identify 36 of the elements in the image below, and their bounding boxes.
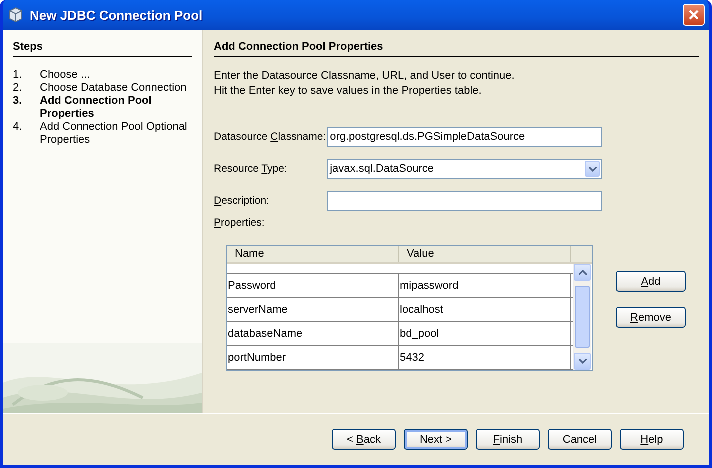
wizard-button[interactable]: Help <box>620 429 684 450</box>
instruction-text: Hit the Enter key to save values in the Properties table. <box>214 84 483 99</box>
column-header[interactable]: Value <box>399 246 571 262</box>
wizard-button[interactable]: Cancel <box>548 429 612 450</box>
field-label: Description: <box>214 195 270 207</box>
step-label: Choose Database Connection <box>40 82 188 95</box>
properties-label: Properties: <box>214 217 266 229</box>
wizard-button[interactable]: Finish <box>476 429 540 450</box>
table-action-button[interactable]: Add <box>616 271 686 292</box>
step-number: 2. <box>13 82 24 95</box>
step-label: Add Connection Pool Optional Properties <box>40 121 188 147</box>
table-cell: 5432 <box>399 346 571 369</box>
steps-title: Steps <box>13 41 192 57</box>
table-cell: databaseName <box>227 322 399 345</box>
panel-title: Add Connection Pool Properties <box>214 41 699 57</box>
table-cell: bd_pool <box>399 322 571 345</box>
step-number: 1. <box>13 69 24 82</box>
table-cell: serverName <box>227 298 399 321</box>
text-field[interactable]: org.postgresql.ds.PGSimpleDataSource <box>327 127 602 147</box>
table-cell: localhost <box>399 298 571 321</box>
wizard-button[interactable]: < Back <box>332 429 396 450</box>
field-label: Datasource Classname: <box>214 131 326 143</box>
wizard-button[interactable]: Next > <box>404 429 468 450</box>
step-number: 4. <box>13 121 24 135</box>
resource-type-dropdown[interactable]: javax.sql.DataSource <box>327 159 602 179</box>
window-title: New JDBC Connection Pool <box>30 8 204 22</box>
table-cell: mipassword <box>399 274 571 297</box>
column-header[interactable]: Name <box>227 246 399 262</box>
step-label: Add Connection Pool Properties <box>40 95 153 121</box>
table-cell: Password <box>227 274 399 297</box>
step-label: Choose ... <box>40 69 92 82</box>
step-number: 3. <box>13 95 24 109</box>
table-action-button[interactable]: Remove <box>616 307 686 328</box>
instruction-text: Enter the Datasource Classname, URL, and User to continue. <box>214 69 516 84</box>
table-cell: portNumber <box>227 346 399 369</box>
field-label: Resource Type: <box>214 163 288 175</box>
